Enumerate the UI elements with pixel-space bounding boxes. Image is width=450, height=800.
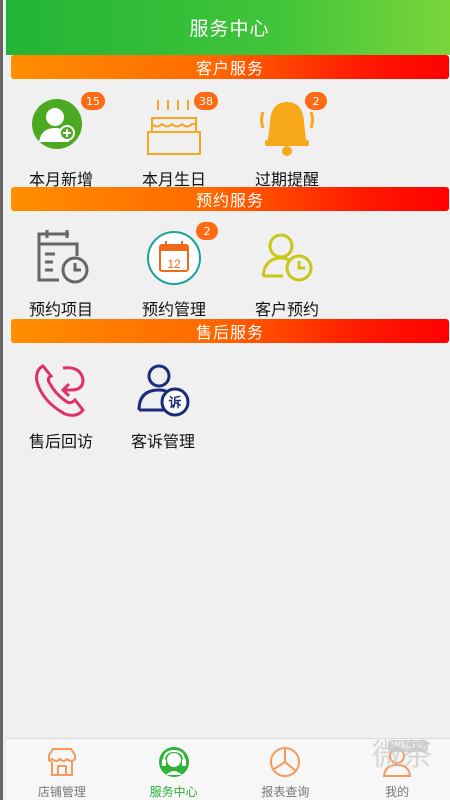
tab-store-management[interactable]: 店铺管理 (6, 739, 118, 800)
tile-customer-booking[interactable]: 客户预约 (237, 228, 337, 328)
count-badge: 2 (305, 92, 327, 110)
tile-label: 预约管理 (141, 300, 206, 319)
section-title: 客户服务 (195, 59, 264, 78)
tab-service-center[interactable]: 服务中心 (118, 739, 230, 800)
tile-label: 售后回访 (28, 432, 93, 451)
section-aftersales-service: 售后服务 (11, 319, 449, 343)
calendar-day: 12 (167, 257, 181, 271)
tab-label: 服务中心 (149, 785, 198, 799)
complaint-user-icon: 诉 (133, 360, 193, 420)
section-customer-service: 客户服务 (11, 55, 449, 79)
complaint-char: 诉 (168, 395, 181, 411)
calendar-clock-icon (31, 228, 91, 288)
count-badge: 15 (81, 92, 105, 110)
tile-label: 客户预约 (254, 300, 319, 319)
page-header: 服务中心 (6, 0, 450, 55)
tile-birthday-this-month[interactable]: 38 本月生日 (124, 92, 224, 198)
page-title: 服务中心 (189, 18, 270, 40)
tile-label: 预约项目 (28, 300, 93, 319)
count-badge: 2 (196, 222, 218, 240)
count-badge: 38 (194, 92, 218, 110)
calendar-icon: 12 2 (144, 222, 218, 288)
tab-report-query[interactable]: 报表查询 (230, 739, 342, 800)
phone-callback-icon (31, 360, 91, 420)
tile-new-this-month[interactable]: 15 本月新增 (11, 92, 111, 198)
tile-booking-manage[interactable]: 12 2 预约管理 (124, 222, 224, 328)
birthday-cake-icon: 38 (144, 92, 218, 158)
headset-icon (158, 747, 189, 777)
app-frame: 服务中心 客户服务 15 本月新增 38 本月生日 2 过期提醒 预约服务 预约… (0, 0, 450, 800)
new-customer-icon: 15 (31, 92, 105, 158)
section-title: 售后服务 (195, 323, 264, 342)
section-booking-service: 预约服务 (11, 187, 449, 211)
chart-icon (270, 747, 301, 777)
watermark: 微茶 (372, 738, 432, 773)
tile-expiry-reminder[interactable]: 2 过期提醒 (237, 92, 337, 198)
section-title: 预约服务 (195, 191, 264, 210)
tile-followup[interactable]: 售后回访 (11, 360, 111, 460)
tab-label: 报表查询 (261, 785, 310, 799)
store-icon (47, 748, 76, 776)
tile-booking-items[interactable]: 预约项目 (11, 228, 111, 328)
tile-complaints[interactable]: 诉 客诉管理 (113, 360, 213, 460)
user-clock-icon (257, 228, 317, 288)
bell-icon: 2 (257, 92, 327, 158)
tab-label: 我的 (385, 785, 410, 799)
tab-label: 店铺管理 (37, 785, 86, 799)
tile-label: 客诉管理 (130, 432, 195, 451)
